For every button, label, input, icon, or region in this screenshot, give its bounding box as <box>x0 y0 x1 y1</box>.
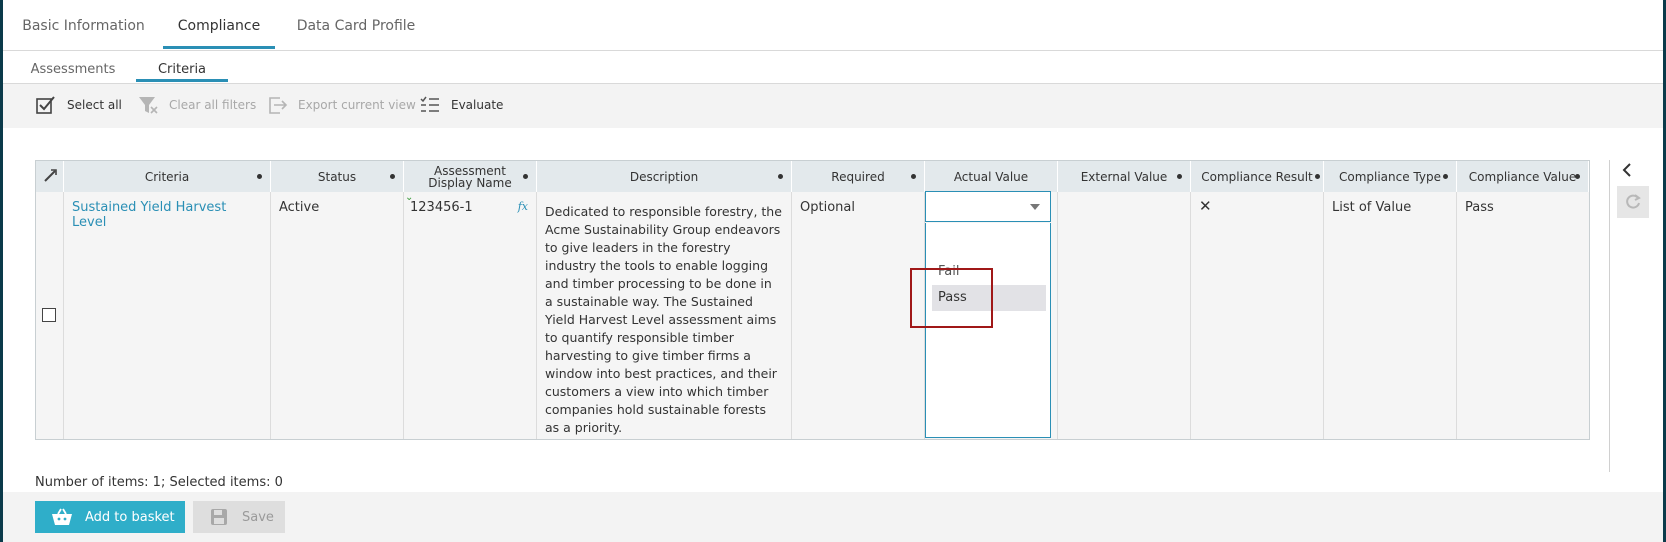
corner-marker-icon: ⌄ <box>405 192 414 203</box>
chevron-left-icon <box>1618 163 1638 184</box>
column-header-assessment[interactable]: Assessment Display Name <box>404 161 537 192</box>
tab-compliance[interactable]: Compliance <box>163 0 275 49</box>
compliance-type-value: List of Value <box>1332 200 1412 215</box>
evaluate-button[interactable]: Evaluate <box>419 93 503 117</box>
column-header-external-value[interactable]: External Value <box>1058 161 1191 192</box>
row-select-cell <box>36 192 64 439</box>
header-actual-value-label: Actual Value <box>953 169 1029 184</box>
column-header-status[interactable]: Status <box>271 161 404 192</box>
column-menu-icon[interactable] <box>257 174 262 179</box>
column-menu-icon[interactable] <box>390 174 395 179</box>
column-header-compliance-type[interactable]: Compliance Type <box>1324 161 1457 192</box>
header-description-label: Description <box>629 169 699 184</box>
column-menu-icon[interactable] <box>1315 174 1320 179</box>
save-button[interactable]: Save <box>193 501 285 533</box>
column-header-description[interactable]: Description <box>537 161 792 192</box>
assessment-value[interactable]: 123456-1 <box>410 200 473 215</box>
required-value: Optional <box>800 200 855 215</box>
footer-bar: Add to basket Save <box>3 492 1663 542</box>
column-menu-icon[interactable] <box>1443 174 1448 179</box>
cell-compliance-type: List of Value <box>1324 192 1457 439</box>
actual-value-dropdown[interactable] <box>925 191 1051 222</box>
clear-filters-label: Clear all filters <box>169 98 257 112</box>
header-compliance-type-label: Compliance Type <box>1338 169 1441 184</box>
column-menu-icon[interactable] <box>523 174 528 179</box>
cell-status: Active <box>271 192 404 439</box>
export-view-button[interactable]: Export current view <box>266 93 416 117</box>
cell-required: Optional <box>792 192 925 439</box>
tab-basic-information[interactable]: Basic Information <box>16 0 151 49</box>
item-count-status: Number of items: 1; Selected items: 0 <box>35 475 283 490</box>
subtab-assessments[interactable]: Assessments <box>18 51 128 82</box>
criteria-grid: Criteria Status Assessment Display Name D… <box>35 160 1590 440</box>
column-menu-icon[interactable] <box>778 174 783 179</box>
column-menu-icon[interactable] <box>1575 174 1580 179</box>
evaluate-label: Evaluate <box>451 98 504 112</box>
formula-fx-icon[interactable]: fx <box>518 200 528 213</box>
basket-icon <box>51 507 73 527</box>
column-header-criteria[interactable]: Criteria <box>64 161 271 192</box>
header-criteria-label: Criteria <box>144 169 190 184</box>
cell-assessment: ⌄ 123456-1 fx <box>404 192 537 439</box>
refresh-button[interactable] <box>1617 186 1649 218</box>
export-view-label: Export current view <box>298 98 416 112</box>
header-required-label: Required <box>831 169 885 184</box>
clear-filters-button[interactable]: Clear all filters <box>137 93 256 117</box>
column-header-compliance-result[interactable]: Compliance Result <box>1191 161 1324 192</box>
add-to-basket-label: Add to basket <box>85 509 175 525</box>
column-menu-icon[interactable] <box>1177 174 1182 179</box>
actual-value-options: Fail Pass <box>925 223 1051 438</box>
sub-tabs: Assessments Criteria <box>3 51 1663 84</box>
add-to-basket-button[interactable]: Add to basket <box>35 501 185 533</box>
select-all-button[interactable]: Select all <box>35 93 122 117</box>
header-status-label: Status <box>317 169 357 184</box>
save-label: Save <box>242 509 274 525</box>
cell-compliance-value: Pass <box>1457 192 1589 439</box>
row-checkbox[interactable] <box>42 308 56 322</box>
option-pass[interactable]: Pass <box>932 285 1046 311</box>
chevron-down-icon[interactable] <box>1030 204 1040 210</box>
subtab-criteria[interactable]: Criteria <box>136 51 228 82</box>
select-all-checkbox-icon <box>35 94 57 116</box>
evaluate-list-icon <box>419 94 441 116</box>
right-rail-divider <box>1609 160 1610 472</box>
header-assessment-line1: Assessment <box>434 163 506 178</box>
cell-external-value <box>1058 192 1191 439</box>
save-disk-icon <box>210 508 228 526</box>
clear-filter-icon <box>137 94 159 116</box>
column-menu-icon[interactable] <box>911 174 916 179</box>
header-compliance-value-label: Compliance Value <box>1468 169 1577 184</box>
column-header-compliance-value[interactable]: Compliance Value <box>1457 161 1589 192</box>
select-all-label: Select all <box>67 98 122 112</box>
tab-data-card-profile[interactable]: Data Card Profile <box>286 0 426 49</box>
header-external-value-label: External Value <box>1080 169 1168 184</box>
header-compliance-result-label: Compliance Result <box>1201 169 1313 184</box>
header-assessment-line2: Display Name <box>428 175 512 190</box>
export-icon <box>266 94 288 116</box>
main-tabs: Basic Information Compliance Data Card P… <box>3 0 1663 51</box>
grid-header: Criteria Status Assessment Display Name D… <box>36 161 1589 192</box>
cell-criteria: Sustained Yield Harvest Level <box>64 192 271 439</box>
status-value: Active <box>279 200 320 215</box>
criteria-link[interactable]: Sustained Yield Harvest Level <box>72 200 226 230</box>
compliance-value: Pass <box>1465 200 1494 215</box>
description-text: Dedicated to responsible forestry, the A… <box>545 204 782 435</box>
column-header-required[interactable]: Required <box>792 161 925 192</box>
option-fail[interactable]: Fail <box>932 259 1046 285</box>
column-settings-icon <box>42 168 58 186</box>
column-header-actual-value[interactable]: Actual Value <box>925 161 1058 192</box>
refresh-icon <box>1623 192 1643 216</box>
cell-compliance-result: ✕ <box>1191 192 1324 439</box>
cell-description: Dedicated to responsible forestry, the A… <box>537 192 792 439</box>
compliance-result-icon: ✕ <box>1199 197 1212 215</box>
toolbar: Select all Clear all filters Export curr… <box>3 84 1663 128</box>
collapse-panel-button[interactable] <box>1618 160 1638 180</box>
column-chooser[interactable] <box>36 161 64 192</box>
